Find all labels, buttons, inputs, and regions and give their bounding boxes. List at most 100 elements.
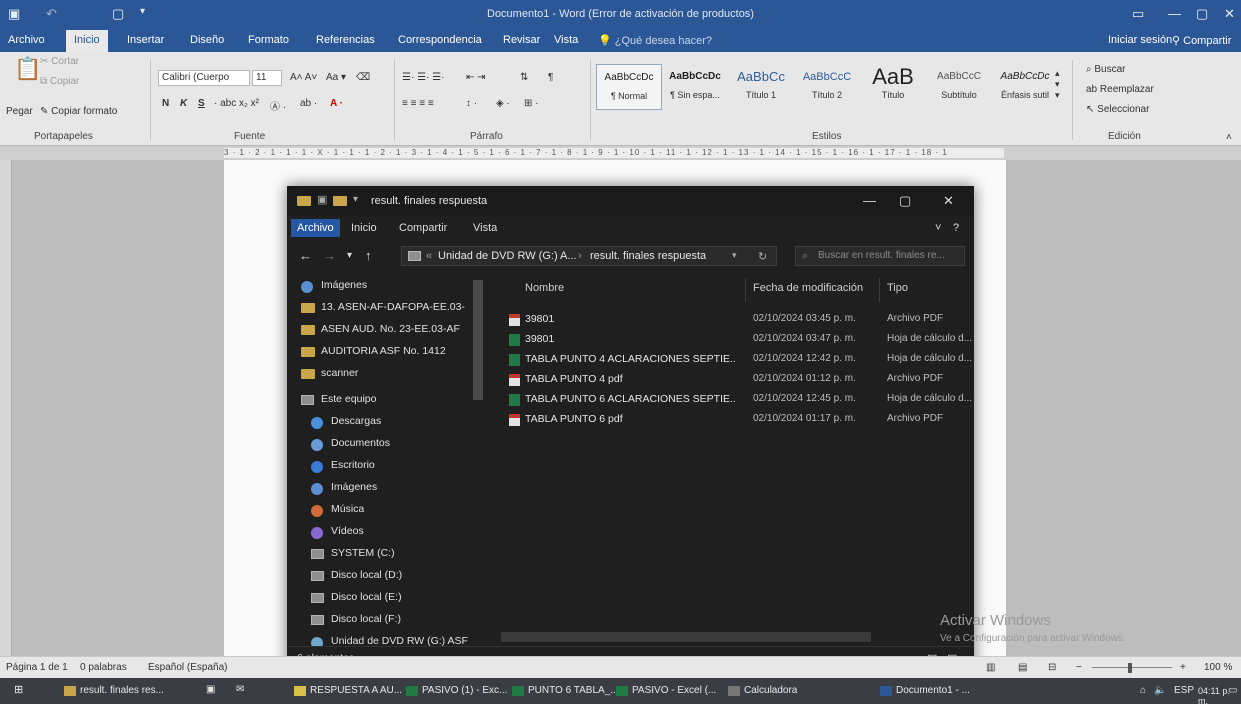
explorer-maximize-button[interactable]: ▢ xyxy=(899,193,911,209)
print-layout-icon[interactable]: ▤ xyxy=(1018,662,1027,673)
nav-item[interactable]: Vídeos xyxy=(311,522,491,542)
bullets-icon[interactable]: ☰· ☰· ☰· xyxy=(402,72,444,83)
column-header-type[interactable]: Tipo xyxy=(887,282,908,294)
file-row[interactable]: 39801 02/10/2024 03:47 p. m. Hoja de cálcu… xyxy=(495,330,974,350)
close-button[interactable]: ✕ xyxy=(1224,6,1235,22)
pilcrow-icon[interactable]: ¶ xyxy=(548,72,553,83)
web-layout-icon[interactable]: ⊟ xyxy=(1048,662,1056,673)
replace-button[interactable]: ab Reemplazar xyxy=(1086,84,1154,95)
address-segment-drive[interactable]: Unidad de DVD RW (G:) A... xyxy=(438,250,577,262)
taskbar-item[interactable]: result. finales res... xyxy=(64,681,174,701)
taskbar-item[interactable]: Calculadora xyxy=(728,681,828,701)
read-mode-icon[interactable]: ▥ xyxy=(986,662,995,673)
style-4[interactable]: AaBbCcC Título 2 xyxy=(794,64,860,110)
minimize-button[interactable]: — xyxy=(1168,6,1181,21)
volume-icon[interactable]: 🔈 xyxy=(1154,685,1166,696)
nav-item[interactable]: Escritorio xyxy=(311,456,491,476)
paste-button[interactable]: Pegar xyxy=(6,106,33,117)
notifications-icon[interactable]: ▭ xyxy=(1228,685,1237,696)
shading-icon[interactable]: ◈ · xyxy=(496,98,510,109)
strike-sub-super-icons[interactable]: · abc x₂ x² xyxy=(214,98,259,109)
nav-item[interactable]: Documentos xyxy=(311,434,491,454)
zoom-level[interactable]: 100 % xyxy=(1204,662,1232,673)
nav-item[interactable]: Disco local (E:) xyxy=(311,588,491,608)
nav-item[interactable]: Disco local (D:) xyxy=(311,566,491,586)
zoom-slider-handle[interactable] xyxy=(1128,663,1132,673)
zoom-out-icon[interactable]: − xyxy=(1076,662,1082,673)
collapse-ribbon-icon[interactable]: ˄ xyxy=(1226,132,1232,143)
maximize-button[interactable]: ▢ xyxy=(1196,6,1208,22)
input-language[interactable]: ESP xyxy=(1174,685,1194,696)
tab-revisar[interactable]: Revisar xyxy=(503,34,540,46)
nav-item[interactable]: Descargas xyxy=(311,412,491,432)
forward-icon[interactable]: → xyxy=(323,248,336,263)
style-3[interactable]: AaBbCc Título 1 xyxy=(728,64,794,110)
address-dropdown-icon[interactable]: ▾ xyxy=(732,250,737,261)
address-bar[interactable]: « Unidad de DVD RW (G:) A... › result. f… xyxy=(401,246,777,266)
clear-format-icon[interactable]: ⌫ xyxy=(356,72,370,83)
nav-item[interactable]: Música xyxy=(311,500,491,520)
help-icon[interactable]: ? xyxy=(953,222,959,234)
style-6[interactable]: AaBbCcC Subtítulo xyxy=(926,64,992,110)
tab-insertar[interactable]: Insertar xyxy=(127,34,164,46)
indent-icon[interactable]: ⇤ ⇥ xyxy=(466,72,486,83)
style-2[interactable]: AaBbCcDc ¶ Sin espa... xyxy=(662,64,728,110)
text-effects-icon[interactable]: Ⓐ · xyxy=(270,98,286,113)
explorer-tab-compartir[interactable]: Compartir xyxy=(399,222,447,234)
explorer-tab-archivo[interactable]: Archivo xyxy=(291,219,340,237)
tab-archivo[interactable]: Archivo xyxy=(8,34,45,46)
explorer-tab-vista[interactable]: Vista xyxy=(473,222,497,234)
paste-icon[interactable]: 📋 xyxy=(14,56,41,82)
cut-button[interactable]: ✂ Cortar xyxy=(40,56,79,67)
style-5[interactable]: AaB Título xyxy=(860,64,926,110)
file-row[interactable]: TABLA PUNTO 6 pdf 02/10/2024 01:17 p. m. A… xyxy=(495,410,974,430)
nav-item[interactable]: Imágenes xyxy=(311,478,491,498)
refresh-icon[interactable]: ↻ xyxy=(758,250,767,263)
page-count[interactable]: Página 1 de 1 xyxy=(6,662,68,673)
nav-item[interactable]: 13. ASEN-AF-DAFOPA-EE.03- xyxy=(301,298,481,318)
tab-vista[interactable]: Vista xyxy=(554,34,578,46)
nav-item[interactable]: Disco local (F:) xyxy=(311,610,491,630)
style-7[interactable]: AaBbCcDc Énfasis sutil xyxy=(992,64,1058,110)
underline-button[interactable]: S xyxy=(198,98,205,109)
navigation-pane-scrollbar[interactable] xyxy=(473,280,483,400)
font-name-select[interactable]: Calibri (Cuerpo xyxy=(158,70,250,86)
file-row[interactable]: 39801 02/10/2024 03:45 p. m. Archivo PDF xyxy=(495,310,974,330)
tab-diseno[interactable]: Diseño xyxy=(190,34,224,46)
horizontal-scrollbar[interactable] xyxy=(501,632,871,642)
nav-item[interactable]: SYSTEM (C:) xyxy=(311,544,491,564)
horizontal-ruler[interactable]: 3 · 1 · 2 · 1 · 1 · 1 · X · 1 · 1 · 1 · … xyxy=(0,146,1241,160)
explorer-tab-inicio[interactable]: Inicio xyxy=(351,222,377,234)
start-icon[interactable]: ⊞ xyxy=(14,683,23,696)
tell-me-search[interactable]: 💡 ¿Qué desea hacer? xyxy=(598,34,712,47)
format-painter-button[interactable]: ✎ Copiar formato xyxy=(40,106,117,117)
taskbar-item[interactable]: PUNTO 6 TABLA_... xyxy=(512,681,619,701)
grow-font-icon[interactable]: A˄ A˅ xyxy=(290,72,317,83)
vertical-ruler[interactable] xyxy=(0,160,12,656)
bold-button[interactable]: N xyxy=(162,98,169,109)
signin-link[interactable]: Iniciar sesión xyxy=(1108,34,1172,46)
line-spacing-icon[interactable]: ↕ · xyxy=(466,98,477,109)
store-icon[interactable]: ▣ xyxy=(206,684,215,695)
back-icon[interactable]: ← xyxy=(299,248,312,263)
up-icon[interactable]: ↑ xyxy=(365,248,372,263)
font-color-icon[interactable]: A · xyxy=(330,98,343,109)
explorer-minimize-button[interactable]: — xyxy=(863,193,876,208)
zoom-slider[interactable] xyxy=(1092,667,1172,668)
column-header-name[interactable]: Nombre xyxy=(525,282,564,294)
language-indicator[interactable]: Español (España) xyxy=(148,662,228,673)
address-segment-folder[interactable]: result. finales respuesta xyxy=(590,250,706,262)
column-header-date[interactable]: Fecha de modificación xyxy=(753,282,863,294)
taskbar-item[interactable]: PASIVO - Excel (... xyxy=(616,681,716,701)
nav-item[interactable]: AUDITORIA ASF No. 1412 xyxy=(301,342,481,362)
explorer-close-button[interactable]: ✕ xyxy=(943,193,954,209)
gallery-scroll-icon[interactable]: ▴ ▾ ▾ xyxy=(1055,68,1060,101)
zoom-in-icon[interactable]: + xyxy=(1180,662,1186,673)
italic-button[interactable]: K xyxy=(180,98,187,109)
nav-item[interactable]: Este equipo xyxy=(301,390,481,410)
share-button[interactable]: ⚲ Compartir xyxy=(1172,34,1231,47)
font-size-select[interactable]: 11 xyxy=(252,70,282,86)
tab-formato[interactable]: Formato xyxy=(248,34,289,46)
network-icon[interactable]: ⌂ xyxy=(1140,685,1146,696)
select-button[interactable]: ↖ Seleccionar xyxy=(1086,104,1149,115)
